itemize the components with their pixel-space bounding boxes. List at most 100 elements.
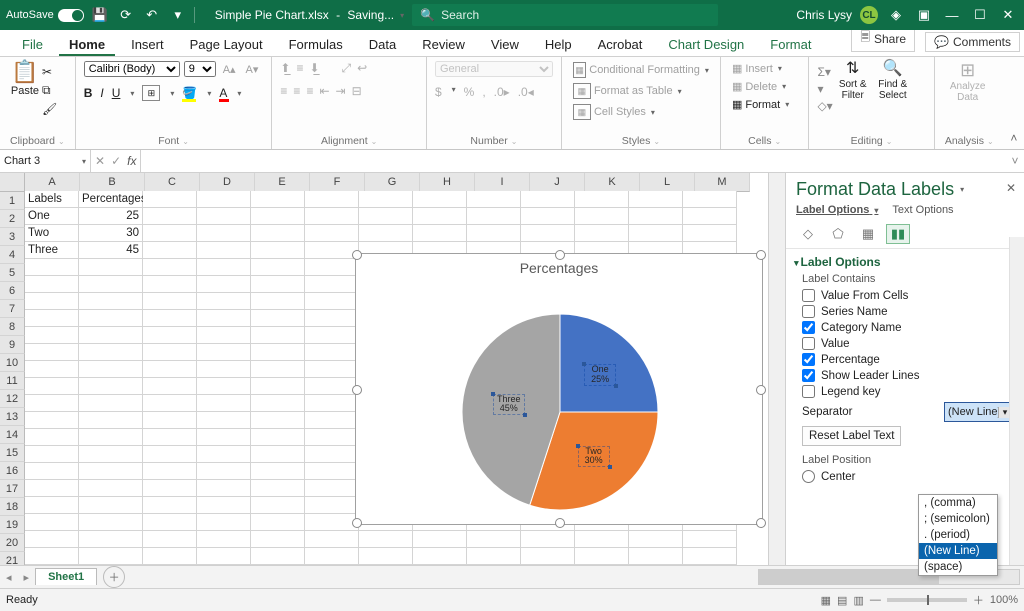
cell[interactable] [25,514,79,531]
cell[interactable] [197,242,251,259]
separator-option[interactable]: (New Line) [919,543,997,559]
cell[interactable] [197,429,251,446]
cell[interactable] [305,378,359,395]
sort-filter-button[interactable]: ⇅Sort & Filter [833,61,873,117]
number-format-select[interactable]: General [435,61,553,77]
zoom-level[interactable]: 100% [990,594,1018,606]
autosum-icon[interactable]: Σ▾ [817,65,832,79]
cell[interactable] [197,463,251,480]
fill-color-button[interactable]: 🪣 [182,86,197,100]
cell[interactable] [79,276,143,293]
cell[interactable] [305,225,359,242]
cell[interactable] [521,531,575,548]
cell[interactable] [467,208,521,225]
cell[interactable] [197,395,251,412]
cell[interactable] [521,191,575,208]
delete-cells-button[interactable]: ▦Delete▾ [729,79,801,94]
resize-handle[interactable] [352,385,362,395]
zoom-out-icon[interactable]: — [870,594,881,606]
cell[interactable] [359,548,413,565]
maximize-icon[interactable]: ☐ [970,5,990,25]
cell[interactable] [413,191,467,208]
cell[interactable] [79,293,143,310]
cell[interactable] [79,463,143,480]
cell[interactable] [197,191,251,208]
cell[interactable] [143,412,197,429]
italic-button[interactable]: I [100,86,103,100]
cell[interactable] [251,446,305,463]
sheet-nav-prev-icon[interactable]: ◂ [0,571,18,584]
row-header[interactable]: 15 [0,444,25,462]
cell[interactable] [251,463,305,480]
cell[interactable] [79,344,143,361]
tab-data[interactable]: Data [359,33,406,56]
tab-file[interactable]: File [12,33,53,56]
col-header[interactable]: A [25,173,80,192]
vertical-scrollbar[interactable] [768,173,785,565]
cell[interactable] [143,531,197,548]
minimize-icon[interactable]: — [942,5,962,25]
separator-option[interactable]: (space) [919,559,997,575]
col-header[interactable]: M [695,173,750,192]
cb-category-name[interactable]: Category Name [802,321,1014,334]
cell[interactable] [197,225,251,242]
paste-button[interactable]: 📋Paste [8,61,42,117]
normal-view-icon[interactable]: ▦ [821,594,831,607]
cell[interactable] [143,429,197,446]
resize-handle[interactable] [756,250,766,260]
cb-value[interactable]: Value [802,337,1014,350]
fx-icon[interactable]: fx [127,154,136,168]
cb-value-from-cells[interactable]: Value From Cells [802,289,1014,302]
cell[interactable] [143,191,197,208]
cell[interactable] [305,412,359,429]
row-header[interactable]: 1 [0,192,25,210]
cell[interactable] [305,276,359,293]
separator-dropdown[interactable]: (New Line) [944,402,1014,422]
col-header[interactable]: G [365,173,420,192]
cell[interactable] [79,514,143,531]
cell[interactable] [143,378,197,395]
cell[interactable] [251,276,305,293]
zoom-slider[interactable] [887,598,967,602]
align-bottom-icon[interactable]: ⬇̲ [309,61,319,76]
format-painter-icon[interactable]: 🖌 [42,102,57,116]
col-header[interactable]: C [145,173,200,192]
cell[interactable] [143,446,197,463]
col-header[interactable]: B [80,173,145,192]
cell[interactable] [683,208,737,225]
undo-icon[interactable]: ↶ [142,5,162,25]
cell[interactable] [521,548,575,565]
copy-icon[interactable]: ⧉ [42,83,57,98]
tab-format[interactable]: Format [760,33,821,56]
cell[interactable] [305,395,359,412]
cell[interactable] [79,327,143,344]
col-header[interactable]: L [640,173,695,192]
reset-label-text-button[interactable]: Reset Label Text [802,426,901,446]
cell[interactable] [79,497,143,514]
cell[interactable] [629,208,683,225]
new-sheet-button[interactable]: ＋ [103,566,125,588]
tab-review[interactable]: Review [412,33,475,56]
cell[interactable] [143,327,197,344]
page-layout-view-icon[interactable]: ▤ [837,594,847,607]
format-cells-button[interactable]: ▦Format▾ [729,97,801,112]
size-props-icon[interactable]: ▦ [856,224,880,244]
tab-formulas[interactable]: Formulas [279,33,353,56]
cell[interactable] [413,548,467,565]
cell[interactable] [251,191,305,208]
cell[interactable] [143,259,197,276]
cell[interactable] [143,310,197,327]
zoom-in-icon[interactable]: ＋ [973,592,984,608]
resize-handle[interactable] [352,518,362,528]
cell[interactable] [575,225,629,242]
worksheet[interactable]: 12345678910111213141516171819202122 ABCD… [0,173,786,565]
cell[interactable] [575,548,629,565]
cb-leader-lines[interactable]: Show Leader Lines [802,369,1014,382]
cell[interactable] [25,446,79,463]
label-options-icon[interactable]: ▮▮ [886,224,910,244]
search-box[interactable]: 🔍 Search [412,4,718,26]
row-header[interactable]: 16 [0,462,25,480]
cell[interactable] [305,327,359,344]
cb-percentage[interactable]: Percentage [802,353,1014,366]
cell[interactable] [197,259,251,276]
